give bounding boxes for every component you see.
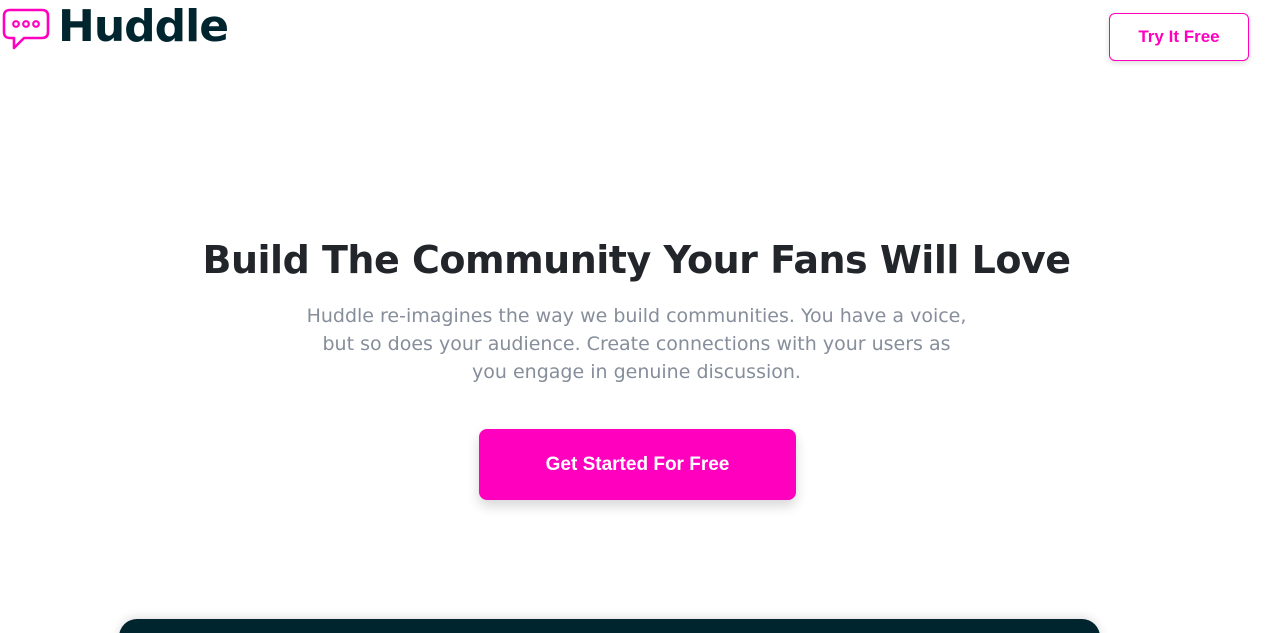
- get-started-button[interactable]: Get Started For Free: [479, 429, 796, 500]
- hero-title: Build The Community Your Fans Will Love: [202, 238, 1071, 282]
- chat-bubble-icon: [2, 8, 50, 50]
- logo[interactable]: Huddle: [2, 1, 229, 52]
- logo-text: Huddle: [58, 1, 229, 52]
- hero-subtitle-line: Huddle re-imagines the way we build comm…: [306, 305, 967, 327]
- landing-page: Huddle Try It Free Build The Community Y…: [0, 0, 1273, 633]
- hero-subtitle: Huddle re-imagines the way we build comm…: [297, 302, 977, 386]
- hero-section: Build The Community Your Fans Will Love …: [0, 232, 1273, 386]
- hero-subtitle-line: you engage in genuine discussion.: [472, 361, 801, 383]
- app-mockup-frame: [119, 619, 1100, 633]
- site-header: Huddle Try It Free: [0, 0, 1273, 80]
- hero-subtitle-line: but so does your audience. Create connec…: [322, 333, 951, 355]
- try-it-free-button[interactable]: Try It Free: [1109, 13, 1249, 61]
